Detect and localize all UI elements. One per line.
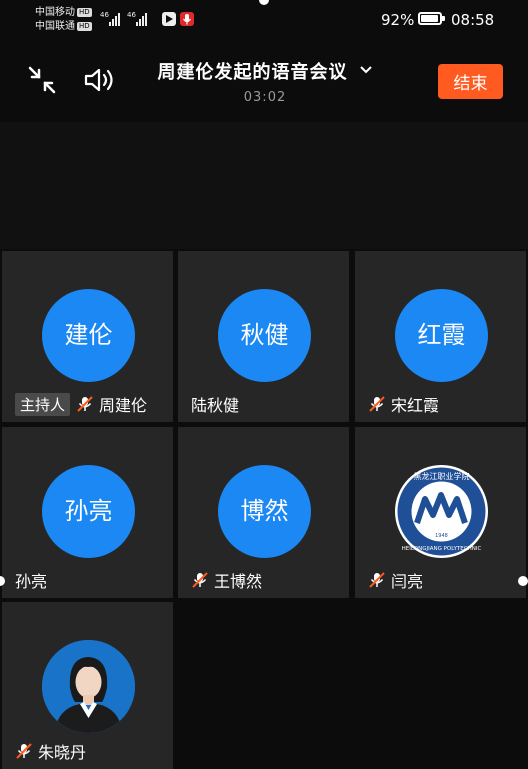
participant-name: 周建伦: [99, 396, 148, 415]
participant-tile[interactable]: 孙亮 孙亮: [2, 427, 173, 598]
status-bar: 中国移动 HD 中国联通 HD 46 46 92% 08:58: [0, 0, 528, 40]
participant-name: 孙亮: [15, 572, 48, 591]
participant-name: 陆秋健: [191, 396, 240, 415]
participant-tile[interactable]: 秋健 陆秋健: [178, 251, 349, 422]
avatar: 秋健: [218, 289, 311, 382]
name-row: 闫亮: [368, 568, 423, 592]
svg-text:46: 46: [127, 11, 136, 19]
participant-name: 王博然: [214, 572, 263, 591]
battery-fill: [421, 15, 438, 22]
name-row: 主持人 周建伦: [15, 392, 147, 416]
name-row: 孙亮: [15, 568, 47, 592]
call-header: 周建伦发起的语音会议 03:02 结束: [0, 40, 528, 122]
participant-tile[interactable]: 建伦 主持人 周建伦: [2, 251, 173, 422]
speaker-button[interactable]: [80, 60, 120, 100]
carrier-info: 中国移动 HD 中国联通 HD: [35, 6, 92, 34]
svg-text:1948: 1948: [435, 533, 448, 539]
mic-muted-icon: [15, 742, 33, 760]
signal-strength-icon: 46 46: [100, 11, 147, 26]
mic-muted-icon: [191, 571, 209, 589]
crop-handle[interactable]: [518, 576, 528, 586]
avatar: 孙亮: [42, 465, 135, 558]
minimize-button[interactable]: [22, 60, 62, 100]
participant-tile[interactable]: 红霞 宋红霞: [355, 251, 526, 422]
collapse-icon: [28, 66, 56, 94]
svg-text:46: 46: [100, 11, 109, 19]
name-row: 王博然: [191, 568, 262, 592]
meeting-title-area[interactable]: 周建伦发起的语音会议 03:02: [130, 58, 400, 105]
chevron-down-icon: [359, 60, 373, 79]
host-badge: 主持人: [15, 392, 71, 416]
participant-tile[interactable]: 朱晓丹: [2, 602, 173, 769]
hd-badge: HD: [77, 22, 92, 31]
mic-muted-icon: [76, 395, 94, 413]
participant-name: 闫亮: [391, 572, 424, 591]
speaker-icon: [84, 68, 113, 92]
avatar: 建伦: [42, 289, 135, 382]
mic-muted-icon: [368, 395, 386, 413]
participant-tile[interactable]: 黑龙江职业学院 HEILONGJIANG POLYTECHNIC 1948 闫亮: [355, 427, 526, 598]
signal-icons: 46 46: [100, 10, 160, 31]
participant-name: 朱晓丹: [38, 743, 87, 762]
app-notification-icon: [162, 12, 176, 26]
carrier2-label: 中国联通: [35, 21, 75, 32]
participant-tile[interactable]: 博然 王博然: [178, 427, 349, 598]
name-row: 陆秋健: [191, 392, 239, 416]
avatar: 红霞: [395, 289, 488, 382]
school-logo-icon: 黑龙江职业学院 HEILONGJIANG POLYTECHNIC 1948: [397, 467, 486, 556]
avatar: 博然: [218, 465, 311, 558]
empty-area: [0, 122, 528, 249]
hd-badge: HD: [77, 8, 92, 17]
svg-text:HEILONGJIANG POLYTECHNIC: HEILONGJIANG POLYTECHNIC: [402, 546, 482, 552]
school-logo-avatar: 黑龙江职业学院 HEILONGJIANG POLYTECHNIC 1948: [395, 465, 488, 558]
carrier1-label: 中国移动: [35, 7, 75, 18]
profile-photo-avatar: [42, 640, 135, 733]
profile-photo-icon: [42, 640, 135, 733]
clock: 08:58: [451, 11, 495, 29]
svg-text:黑龙江职业学院: 黑龙江职业学院: [414, 471, 470, 481]
name-row: 宋红霞: [368, 392, 439, 416]
microphone-indicator-icon: [180, 12, 194, 26]
participant-name: 宋红霞: [391, 396, 440, 415]
name-row: 朱晓丹: [15, 739, 86, 763]
mic-muted-icon: [368, 571, 386, 589]
battery-icon: [418, 12, 445, 25]
call-timer: 03:02: [243, 90, 287, 105]
meeting-title: 周建伦发起的语音会议: [157, 62, 348, 83]
end-call-button[interactable]: 结束: [438, 64, 503, 99]
battery-percentage: 92%: [381, 11, 415, 29]
